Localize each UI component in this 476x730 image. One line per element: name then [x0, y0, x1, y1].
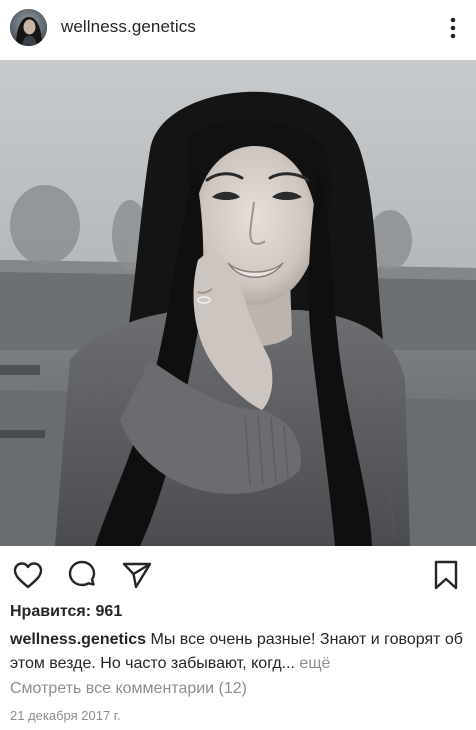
post-date: 21 декабря 2017 г.: [10, 708, 121, 723]
post-username[interactable]: wellness.genetics: [61, 17, 196, 37]
likes-count[interactable]: Нравится: 961: [10, 603, 122, 621]
comment-icon[interactable]: [65, 558, 99, 592]
caption-username[interactable]: wellness.genetics: [10, 631, 146, 648]
send-icon[interactable]: [120, 558, 154, 592]
post-photo[interactable]: [0, 60, 476, 546]
heart-icon[interactable]: [11, 558, 45, 592]
post-header: wellness.genetics: [0, 0, 476, 56]
view-comments-link[interactable]: Смотреть все комментарии (12): [10, 680, 247, 698]
bookmark-icon[interactable]: [429, 558, 463, 592]
caption-more-link[interactable]: ещё: [295, 655, 330, 672]
profile-avatar[interactable]: [10, 9, 47, 46]
more-options-icon[interactable]: [443, 14, 463, 42]
post-actions: [0, 556, 476, 592]
post-caption: wellness.genetics Мы все очень разные! З…: [10, 628, 466, 676]
